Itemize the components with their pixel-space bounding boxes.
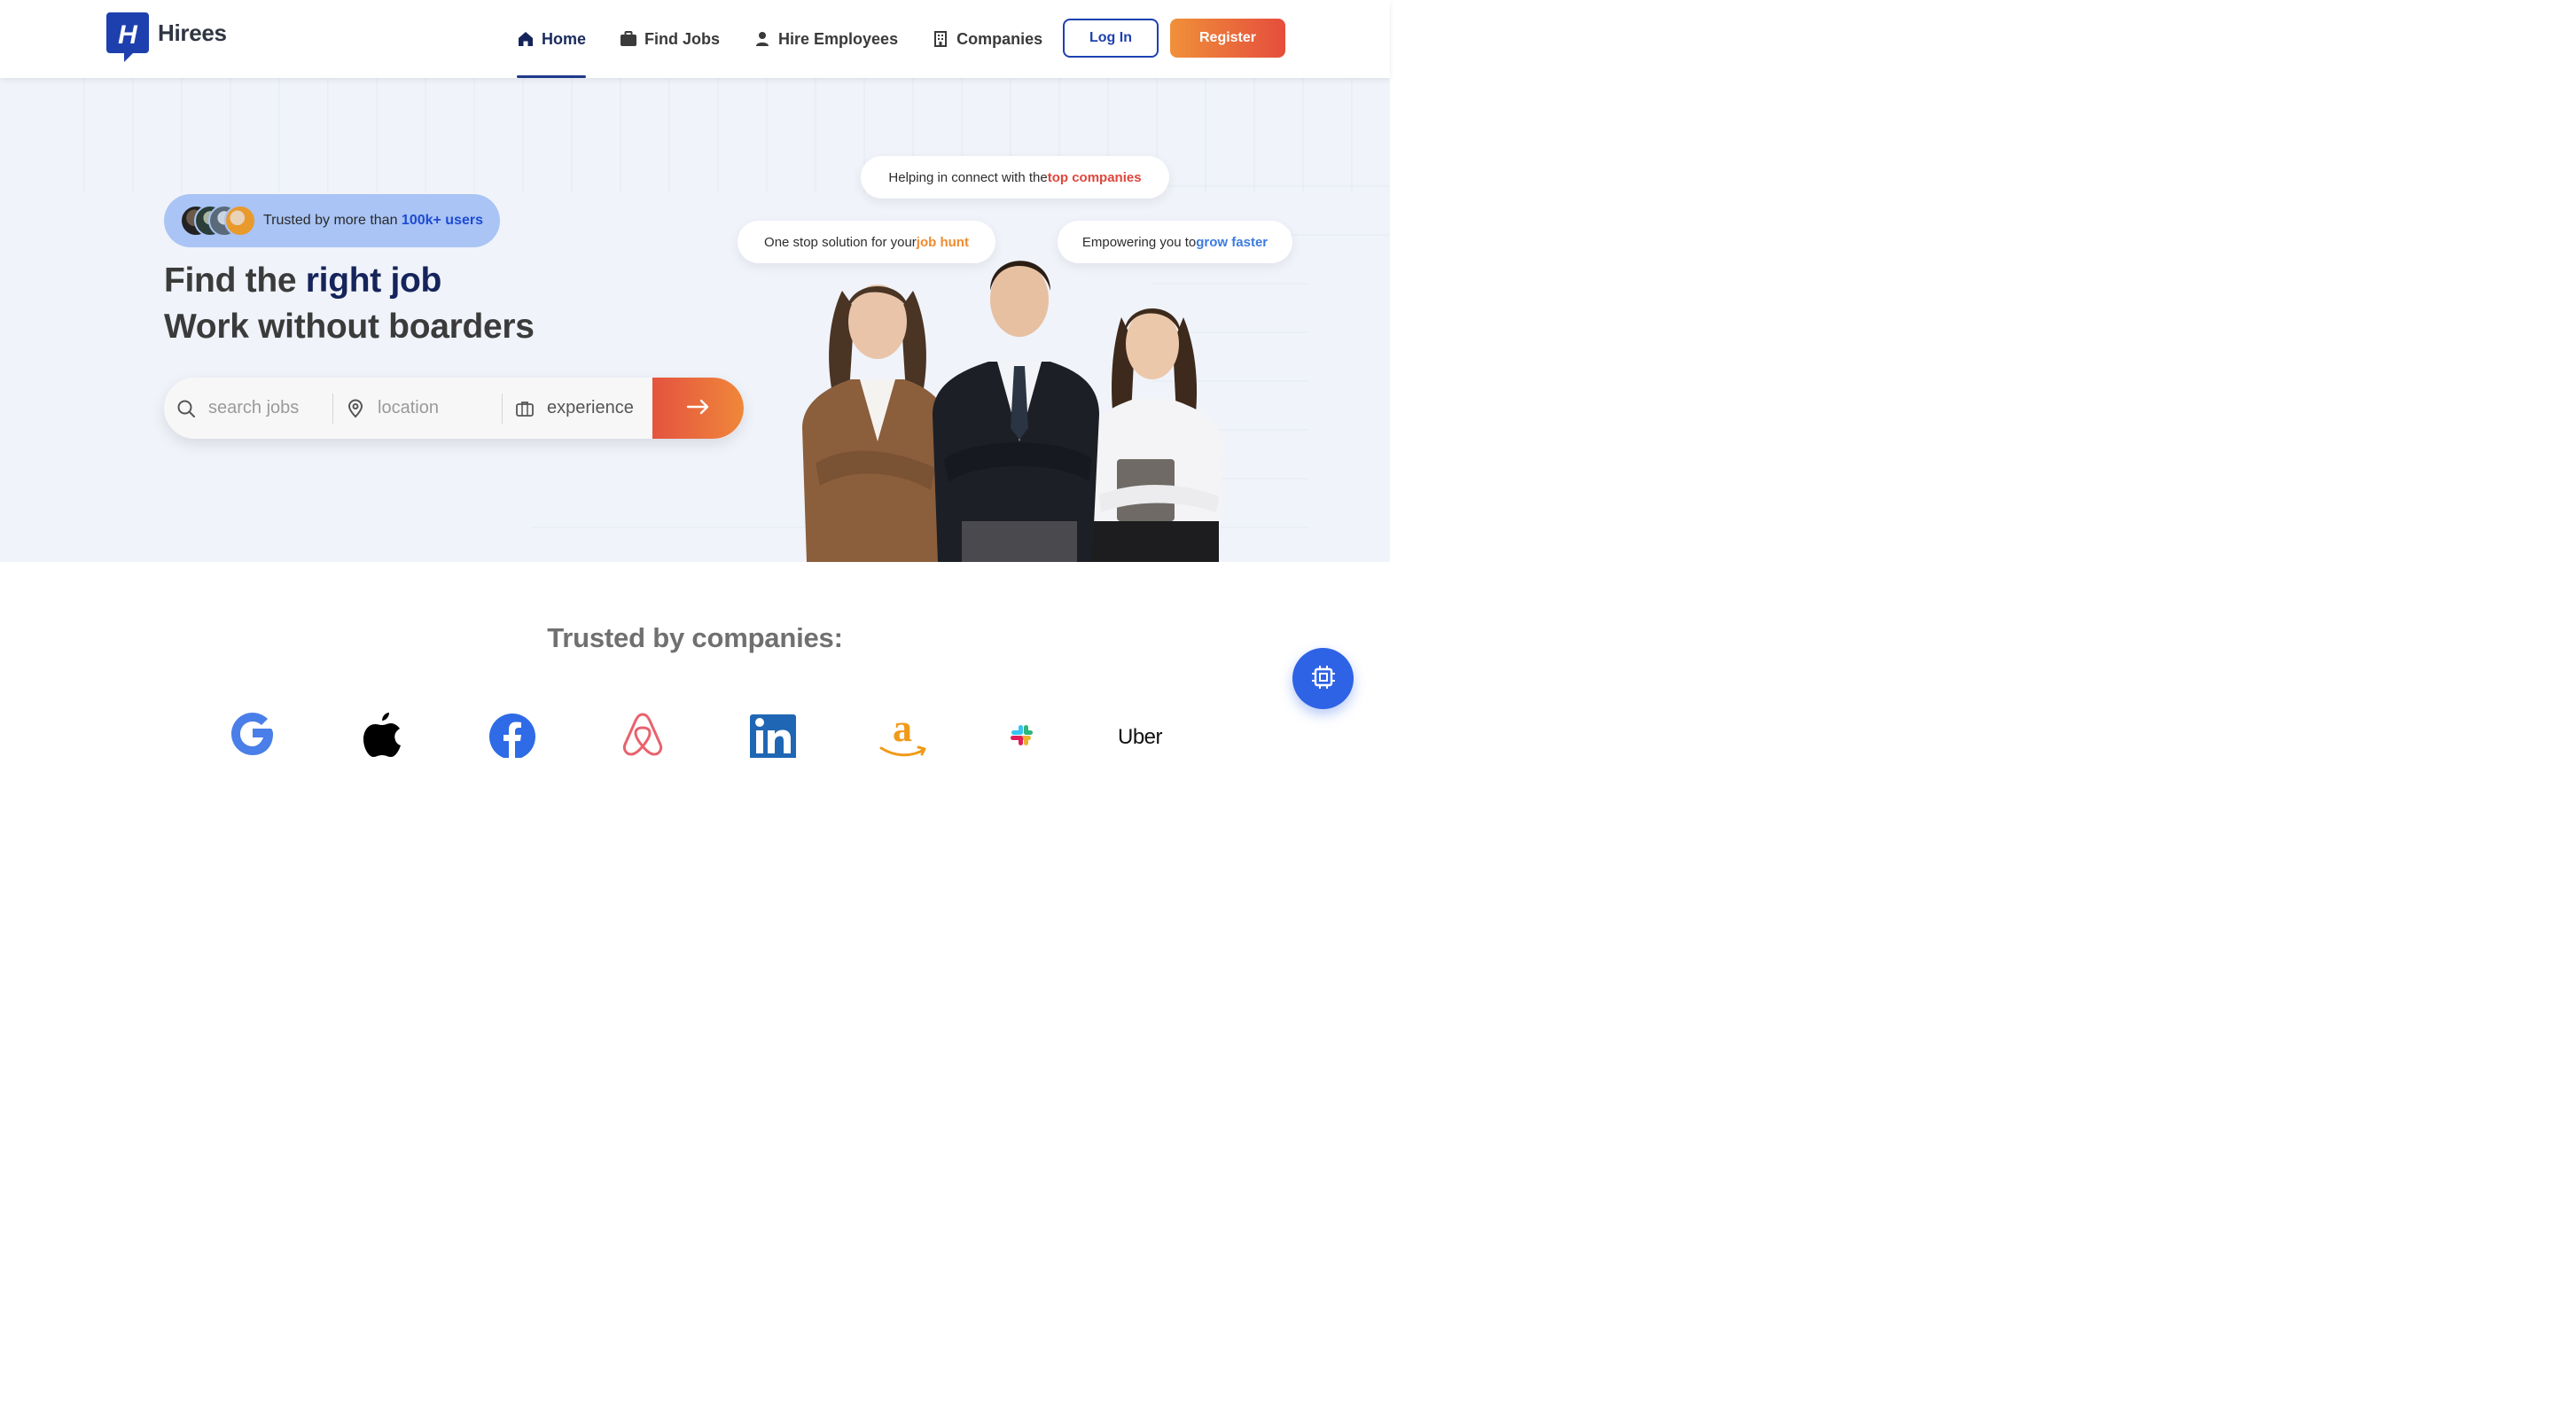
person-left bbox=[802, 285, 948, 562]
company-logos-row: a Uber bbox=[0, 709, 1390, 758]
uber-logo-text: Uber bbox=[1117, 725, 1163, 749]
bubble-highlight: top companies bbox=[1047, 169, 1142, 185]
search-jobs-input[interactable] bbox=[208, 398, 315, 418]
job-search-bar: experience bbox=[164, 378, 744, 439]
register-button[interactable]: Register bbox=[1170, 19, 1285, 58]
search-icon bbox=[176, 399, 196, 418]
experience-label: experience bbox=[547, 398, 634, 417]
nav-companies[interactable]: Companies bbox=[932, 0, 1042, 78]
user-avatars bbox=[180, 203, 260, 238]
hero-people-image bbox=[802, 261, 1223, 562]
uber-logo: Uber bbox=[1113, 709, 1167, 758]
google-logo bbox=[229, 709, 277, 758]
location-input[interactable] bbox=[378, 398, 484, 418]
trust-prefix: Trusted by more than bbox=[263, 213, 402, 228]
trust-text: Trusted by more than 100k+ users bbox=[263, 213, 483, 229]
main-nav: Home Find Jobs Hire Employees Companies bbox=[517, 0, 1076, 78]
hirees-logo-icon: H bbox=[106, 12, 149, 62]
person-right bbox=[1087, 308, 1223, 562]
avatar bbox=[224, 205, 256, 237]
nav-companies-label: Companies bbox=[956, 29, 1043, 48]
building-icon bbox=[932, 30, 949, 48]
hero-section: Trusted by more than 100k+ users Find th… bbox=[0, 78, 1390, 562]
airbnb-logo bbox=[620, 709, 666, 758]
trusted-companies-title: Trusted by companies: bbox=[547, 622, 843, 653]
brand-name: Hirees bbox=[158, 20, 227, 46]
experience-select[interactable]: experience bbox=[503, 378, 649, 439]
bubble-prefix: Helping in connect with the bbox=[888, 169, 1048, 185]
facebook-logo bbox=[488, 709, 536, 758]
headline-highlight: right job bbox=[305, 261, 442, 300]
logo-letter: H bbox=[118, 20, 138, 50]
location-field bbox=[333, 378, 502, 439]
trusted-users-badge: Trusted by more than 100k+ users bbox=[164, 194, 500, 247]
floating-chip-button[interactable] bbox=[1292, 648, 1354, 709]
hero-headline: Find the right job Work without boarders bbox=[164, 258, 535, 350]
nav-home[interactable]: Home bbox=[517, 0, 587, 78]
nav-hire-employees-label: Hire Employees bbox=[778, 29, 899, 48]
slack-logo bbox=[1009, 709, 1034, 758]
nav-home-label: Home bbox=[542, 29, 587, 48]
apple-logo bbox=[362, 709, 402, 758]
chip-icon bbox=[1310, 664, 1337, 693]
nav-hire-employees[interactable]: Hire Employees bbox=[753, 0, 898, 78]
headline-line-2: Work without boarders bbox=[164, 308, 535, 346]
feature-bubble-companies: Helping in connect with the top companie… bbox=[861, 156, 1169, 199]
search-submit-button[interactable] bbox=[652, 378, 744, 439]
nav-find-jobs-label: Find Jobs bbox=[644, 29, 721, 48]
arrow-right-icon bbox=[686, 398, 711, 418]
briefcase-icon bbox=[620, 30, 637, 48]
headline-prefix: Find the bbox=[164, 261, 306, 300]
search-jobs-field bbox=[164, 378, 332, 439]
nav-find-jobs[interactable]: Find Jobs bbox=[620, 0, 720, 78]
person-center bbox=[933, 261, 1099, 562]
trust-highlight: 100k+ users bbox=[401, 213, 483, 228]
site-header: H Hirees Home Find Jobs Hire Employees C… bbox=[0, 0, 1390, 78]
brand-logo[interactable]: H Hirees bbox=[106, 12, 227, 62]
home-icon bbox=[517, 30, 535, 48]
svg-text:a: a bbox=[893, 709, 912, 750]
headline-line-1: Find the right job bbox=[164, 258, 535, 304]
linkedin-logo bbox=[749, 709, 797, 758]
user-icon bbox=[753, 30, 771, 48]
location-pin-icon bbox=[346, 399, 365, 418]
login-button[interactable]: Log In bbox=[1063, 19, 1159, 58]
amazon-logo: a bbox=[878, 709, 927, 758]
briefcase-icon bbox=[515, 399, 535, 418]
